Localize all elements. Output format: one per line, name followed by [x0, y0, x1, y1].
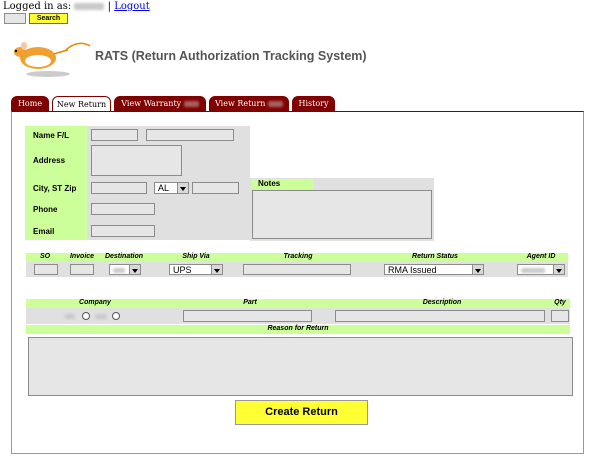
page-title: RATS (Return Authorization Tracking Syst…: [95, 49, 367, 63]
city-input[interactable]: [91, 182, 147, 194]
agent-id-select[interactable]: [517, 264, 565, 275]
chevron-down-icon: [553, 265, 564, 274]
email-input[interactable]: [91, 225, 155, 237]
chevron-down-icon: [211, 265, 222, 274]
invoice-header: Invoice: [69, 253, 95, 260]
ship-via-header: Ship Via: [182, 253, 210, 260]
company-option-b-label: [95, 314, 107, 319]
last-name-input[interactable]: [146, 129, 234, 141]
description-header: Description: [422, 299, 462, 306]
destination-header: Destination: [104, 253, 144, 260]
email-label: Email: [33, 227, 55, 236]
logout-link[interactable]: Logout: [114, 1, 150, 12]
create-return-button[interactable]: Create Return: [235, 400, 368, 425]
tab-home[interactable]: Home: [11, 96, 49, 111]
qty-header: Qty: [554, 299, 566, 306]
tab-view-return[interactable]: View Return: [209, 96, 289, 111]
company-radio-b[interactable]: [112, 312, 120, 320]
tab-history[interactable]: History: [292, 96, 335, 111]
rats-logo: [14, 42, 91, 77]
city-label: City, ST Zip: [33, 184, 77, 193]
username-redacted: [74, 3, 105, 10]
part-input[interactable]: [183, 310, 312, 322]
search-input[interactable]: [4, 13, 26, 24]
phone-input[interactable]: [91, 203, 155, 215]
tab-new-return[interactable]: New Return: [52, 96, 111, 112]
state-select[interactable]: AL: [154, 182, 189, 194]
company-radio-a[interactable]: [82, 312, 90, 320]
notes-textarea[interactable]: [252, 190, 432, 239]
first-name-input[interactable]: [91, 129, 138, 141]
chevron-down-icon: [177, 183, 188, 193]
name-label: Name F/L: [33, 131, 70, 140]
zip-input[interactable]: [192, 182, 239, 194]
reason-textarea[interactable]: [28, 337, 573, 396]
qty-input[interactable]: [551, 310, 569, 322]
chevron-down-icon: [472, 265, 483, 274]
address-label: Address: [33, 156, 66, 165]
tab-view-warranty[interactable]: View Warranty: [114, 96, 206, 111]
return-status-header: Return Status: [412, 253, 458, 260]
description-input[interactable]: [335, 310, 545, 322]
notes-label: Notes: [252, 179, 313, 189]
reason-header: Reason for Return: [267, 325, 329, 332]
address-input[interactable]: [91, 145, 182, 176]
agent-id-header: Agent ID: [526, 253, 556, 260]
invoice-input[interactable]: [70, 264, 94, 275]
chevron-down-icon: [129, 265, 140, 274]
part-header: Part: [243, 299, 257, 306]
ship-via-select[interactable]: UPS: [169, 264, 223, 275]
search-button[interactable]: Search: [29, 13, 68, 24]
separator: |: [107, 1, 111, 12]
so-header: SO: [39, 253, 51, 260]
return-status-select[interactable]: RMA Issued: [384, 264, 484, 275]
company-header: Company: [79, 299, 111, 306]
login-line: Logged in as: | Logout: [3, 1, 150, 12]
company-option-a-label: [65, 314, 75, 319]
tracking-header: Tracking: [283, 253, 313, 260]
phone-label: Phone: [33, 205, 58, 214]
logged-in-label: Logged in as:: [3, 1, 72, 12]
destination-select[interactable]: [109, 264, 141, 275]
tracking-input[interactable]: [243, 264, 351, 275]
customer-label-column: [25, 126, 87, 240]
so-input[interactable]: [34, 264, 58, 275]
